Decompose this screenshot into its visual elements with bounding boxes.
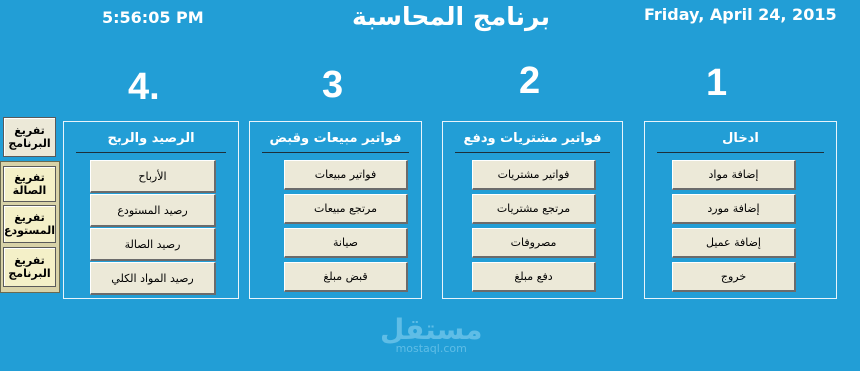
maintenance-button[interactable]: صيانة [284, 228, 408, 258]
section-number-1: 1 [706, 62, 728, 104]
sales-invoices-button[interactable]: فواتير مبيعات [284, 160, 408, 190]
panel-sales: فواتير مبيعات وقبض فواتير مبيعات مرتجع م… [249, 121, 422, 299]
app-title: برنامج المحاسبة [352, 2, 550, 31]
section-number-3: 3 [322, 64, 344, 106]
pay-amount-button[interactable]: دفع مبلغ [472, 262, 596, 292]
add-supplier-button[interactable]: إضافة مورد [672, 194, 796, 224]
showroom-balance-button[interactable]: رصيد الصالة [90, 228, 216, 261]
clear-program-label: تفريغ البرنامج [8, 254, 51, 280]
clear-showroom-label: تفريغ الصالة [12, 171, 47, 197]
panel-purchases: فواتير مشتريات ودفع فواتير مشتريات مرتجع… [442, 121, 623, 299]
warehouse-balance-button[interactable]: رصيد المستودع [90, 194, 216, 227]
panel-balance-title: الرصيد والربح [76, 126, 226, 153]
receive-amount-button[interactable]: قبض مبلغ [284, 262, 408, 292]
clear-program-button[interactable]: تفريغ البرنامج [3, 247, 56, 287]
sales-returns-button[interactable]: مرتجع مبيعات [284, 194, 408, 224]
clock-time: 5:56:05 PM [102, 8, 204, 27]
section-number-2: 2 [519, 60, 541, 102]
add-material-button[interactable]: إضافة مواد [672, 160, 796, 190]
panel-input-title: ادخال [657, 126, 824, 153]
clear-showroom-button[interactable]: تفريغ الصالة [3, 166, 56, 202]
section-number-4: 4. [128, 66, 160, 108]
panel-balance: الرصيد والربح الأرباح رصيد المستودع رصيد… [63, 121, 239, 299]
total-materials-balance-button[interactable]: رصيد المواد الكلي [90, 262, 216, 295]
current-date: Friday, April 24, 2015 [644, 5, 837, 24]
watermark-arabic: مستقل [380, 313, 483, 346]
profits-button[interactable]: الأرباح [90, 160, 216, 193]
panel-sales-title: فواتير مبيعات وقبض [262, 126, 409, 153]
clear-program-button-top[interactable]: تفريغ البرنامج [3, 117, 56, 157]
panel-purchases-title: فواتير مشتريات ودفع [455, 126, 610, 153]
purchase-invoices-button[interactable]: فواتير مشتريات [472, 160, 596, 190]
add-customer-button[interactable]: إضافة عميل [672, 228, 796, 258]
mostaql-watermark: مستقل mostaql.com [380, 313, 483, 356]
panel-input: ادخال إضافة مواد إضافة مورد إضافة عميل خ… [644, 121, 837, 299]
clear-warehouse-button[interactable]: تفريغ المستودع [3, 205, 56, 243]
clear-program-label-top: تفريغ البرنامج [8, 124, 51, 150]
clear-warehouse-label: تفريغ المستودع [4, 211, 56, 237]
exit-button[interactable]: خروج [672, 262, 796, 292]
expenses-button[interactable]: مصروفات [472, 228, 596, 258]
purchase-returns-button[interactable]: مرتجع مشتريات [472, 194, 596, 224]
